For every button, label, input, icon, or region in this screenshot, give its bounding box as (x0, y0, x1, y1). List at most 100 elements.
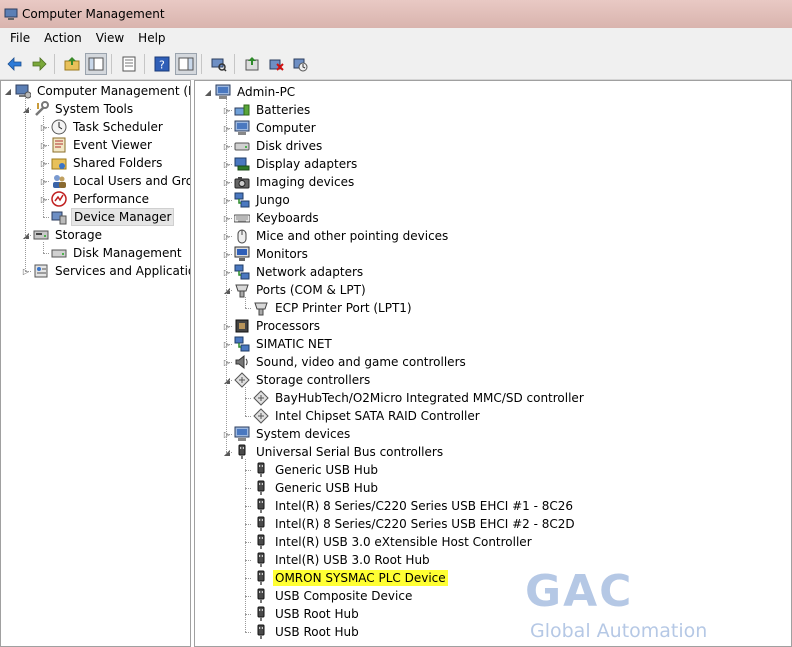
update-driver-icon[interactable] (241, 53, 263, 75)
tree-connector (245, 578, 251, 579)
tree-item-network-adapters[interactable]: ▷ Network adapters (222, 263, 365, 281)
device-tree-pane[interactable]: GAC Global Automation ◢ Admin-PC ▷ Batterie… (194, 80, 792, 647)
tree-connector (245, 506, 251, 507)
tree-item-event-viewer[interactable]: ▷ Event Viewer (39, 136, 154, 154)
watermark-text: Global Automation (530, 620, 708, 642)
tree-item-shared-folders[interactable]: ▷ Shared Folders (39, 154, 164, 172)
tree-item-monitors[interactable]: ▷ Monitors (222, 245, 310, 263)
show-hide-tree-icon[interactable] (85, 52, 107, 75)
toolbar-separator (234, 53, 235, 74)
tree-item-intel-r-8-series-c220-series-usb-ehci-2-8c2d[interactable]: Intel(R) 8 Series/C220 Series USB EHCI #… (241, 515, 577, 533)
tree-connector (25, 98, 26, 271)
toolbar-separator (111, 53, 112, 74)
toolbar: ? (0, 48, 792, 80)
tree-item-label: Intel(R) USB 3.0 Root Hub (275, 553, 430, 567)
tree-item-intel-chipset-sata-raid-controller[interactable]: Intel Chipset SATA RAID Controller (241, 407, 482, 425)
tree-item-label: Shared Folders (73, 156, 163, 170)
tree-item-intel-r-usb-3-0-root-hub[interactable]: Intel(R) USB 3.0 Root Hub (241, 551, 432, 569)
scan-hardware-icon[interactable] (208, 53, 230, 75)
tree-item-usb-root-hub[interactable]: USB Root Hub (241, 605, 361, 623)
tree-item-label: USB Composite Device (275, 589, 413, 603)
tree-item-performance[interactable]: ▷ Performance (39, 190, 151, 208)
tree-item-jungo[interactable]: ▷ Jungo (222, 191, 292, 209)
up-folder-icon[interactable] (61, 53, 83, 75)
tree-item-intel-r-usb-3-0-extensible-host-controller[interactable]: Intel(R) USB 3.0 eXtensible Host Control… (241, 533, 534, 551)
tree-item-local-users-and-groups[interactable]: ▷Local Users and Groups (39, 172, 190, 190)
tree-item-ecp-printer-port-lpt1[interactable]: ECP Printer Port (LPT1) (241, 299, 414, 317)
tree-item-label: Computer Management (Local (37, 84, 190, 98)
tree-item-intel-r-8-series-c220-series-usb-ehci-1-8c26[interactable]: Intel(R) 8 Series/C220 Series USB EHCI #… (241, 497, 575, 515)
network-icon (234, 264, 250, 280)
tree-item-label: ECP Printer Port (LPT1) (275, 301, 412, 315)
tree-item-sound-video-and-game-controllers[interactable]: ▷ Sound, video and game controllers (222, 353, 468, 371)
system-device-icon (234, 426, 250, 442)
tree-item-system-tools[interactable]: ◢ System Tools (21, 100, 135, 118)
tree-item-generic-usb-hub[interactable]: Generic USB Hub (241, 479, 380, 497)
tree-item-task-scheduler[interactable]: ▷ Task Scheduler (39, 118, 165, 136)
tree-item-imaging-devices[interactable]: ▷ Imaging devices (222, 173, 356, 191)
tree-connector (226, 236, 232, 237)
tree-item-mice-and-other-pointing-devices[interactable]: ▷ Mice and other pointing devices (222, 227, 450, 245)
tree-item-universal-serial-bus-controllers[interactable]: ◢ Universal Serial Bus controllers (222, 443, 445, 461)
tree-item-label: USB Root Hub (275, 625, 359, 639)
collapse-arrow-icon[interactable]: ◢ (203, 83, 213, 101)
console-tree-pane[interactable]: ◢ Computer Management (Local ◢System Tools… (0, 80, 191, 647)
usb-icon (253, 570, 269, 586)
tree-item-computer[interactable]: ▷ Computer (222, 119, 318, 137)
tree-item-computer-management-local[interactable]: ◢ Computer Management (Local (3, 82, 190, 100)
tree-connector (226, 164, 232, 165)
tree-item-label: System Tools (55, 102, 134, 116)
tree-item-services-and-applications[interactable]: ▷Services and Applications (21, 262, 190, 280)
tree-item-omron-sysmac-plc-device[interactable]: OMRON SYSMAC PLC Device (241, 569, 448, 587)
tree-item-keyboards[interactable]: ▷ Keyboards (222, 209, 321, 227)
tree-item-label: Storage controllers (256, 373, 371, 387)
tree-item-disk-management[interactable]: Disk Management (39, 244, 184, 262)
tree-connector (25, 271, 31, 272)
storage-controller-icon (234, 372, 250, 388)
window-title: Computer Management (22, 7, 165, 21)
users-icon (51, 173, 67, 189)
storage-controller-icon (253, 390, 269, 406)
tree-item-storage[interactable]: ◢ Storage (21, 226, 104, 244)
tree-item-label: Display adapters (256, 157, 358, 171)
tree-item-label: Generic USB Hub (275, 481, 379, 495)
tree-connector (226, 326, 232, 327)
uninstall-icon[interactable] (265, 53, 287, 75)
forward-icon[interactable] (28, 53, 50, 75)
tree-item-disk-drives[interactable]: ▷ Disk drives (222, 137, 324, 155)
keyboard-icon (234, 210, 250, 226)
tree-item-simatic-net[interactable]: ▷ SIMATIC NET (222, 335, 334, 353)
watermark: GAC Global Automation (525, 566, 745, 646)
menu-view[interactable]: View (89, 28, 131, 48)
properties-icon[interactable] (118, 53, 140, 75)
tree-connector (245, 560, 251, 561)
tree-item-batteries[interactable]: ▷ Batteries (222, 101, 312, 119)
tree-connector (226, 344, 232, 345)
computer-management-icon (4, 7, 18, 21)
tree-connector (43, 145, 49, 146)
help-icon[interactable]: ? (151, 53, 173, 75)
tree-item-label: Event Viewer (73, 138, 152, 152)
tree-item-usb-composite-device[interactable]: USB Composite Device (241, 587, 414, 605)
tree-item-display-adapters[interactable]: ▷ Display adapters (222, 155, 359, 173)
tree-item-device-manager[interactable]: Device Manager (39, 208, 175, 226)
tree-item-system-devices[interactable]: ▷ System devices (222, 425, 352, 443)
tree-connector (245, 387, 246, 416)
mouse-icon (234, 228, 250, 244)
menu-action[interactable]: Action (37, 28, 89, 48)
collapse-arrow-icon[interactable]: ◢ (3, 82, 13, 100)
show-action-pane-icon[interactable] (175, 52, 197, 75)
tree-connector (43, 242, 44, 253)
tree-connector (226, 452, 232, 453)
tree-item-admin-pc[interactable]: ◢ Admin-PC (203, 83, 297, 101)
event-viewer-icon (51, 137, 67, 153)
menu-help[interactable]: Help (131, 28, 172, 48)
tree-item-usb-root-hub[interactable]: USB Root Hub (241, 623, 361, 641)
tree-item-generic-usb-hub[interactable]: Generic USB Hub (241, 461, 380, 479)
back-icon[interactable] (4, 53, 26, 75)
menu-file[interactable]: File (3, 28, 37, 48)
tree-item-bayhubtech-o2micro-integrated-mmc-sd-controller[interactable]: BayHubTech/O2Micro Integrated MMC/SD con… (241, 389, 586, 407)
tree-item-ports-com-lpt[interactable]: ◢ Ports (COM & LPT) (222, 281, 368, 299)
disable-device-icon[interactable] (289, 53, 311, 75)
tree-item-processors[interactable]: ▷ Processors (222, 317, 322, 335)
